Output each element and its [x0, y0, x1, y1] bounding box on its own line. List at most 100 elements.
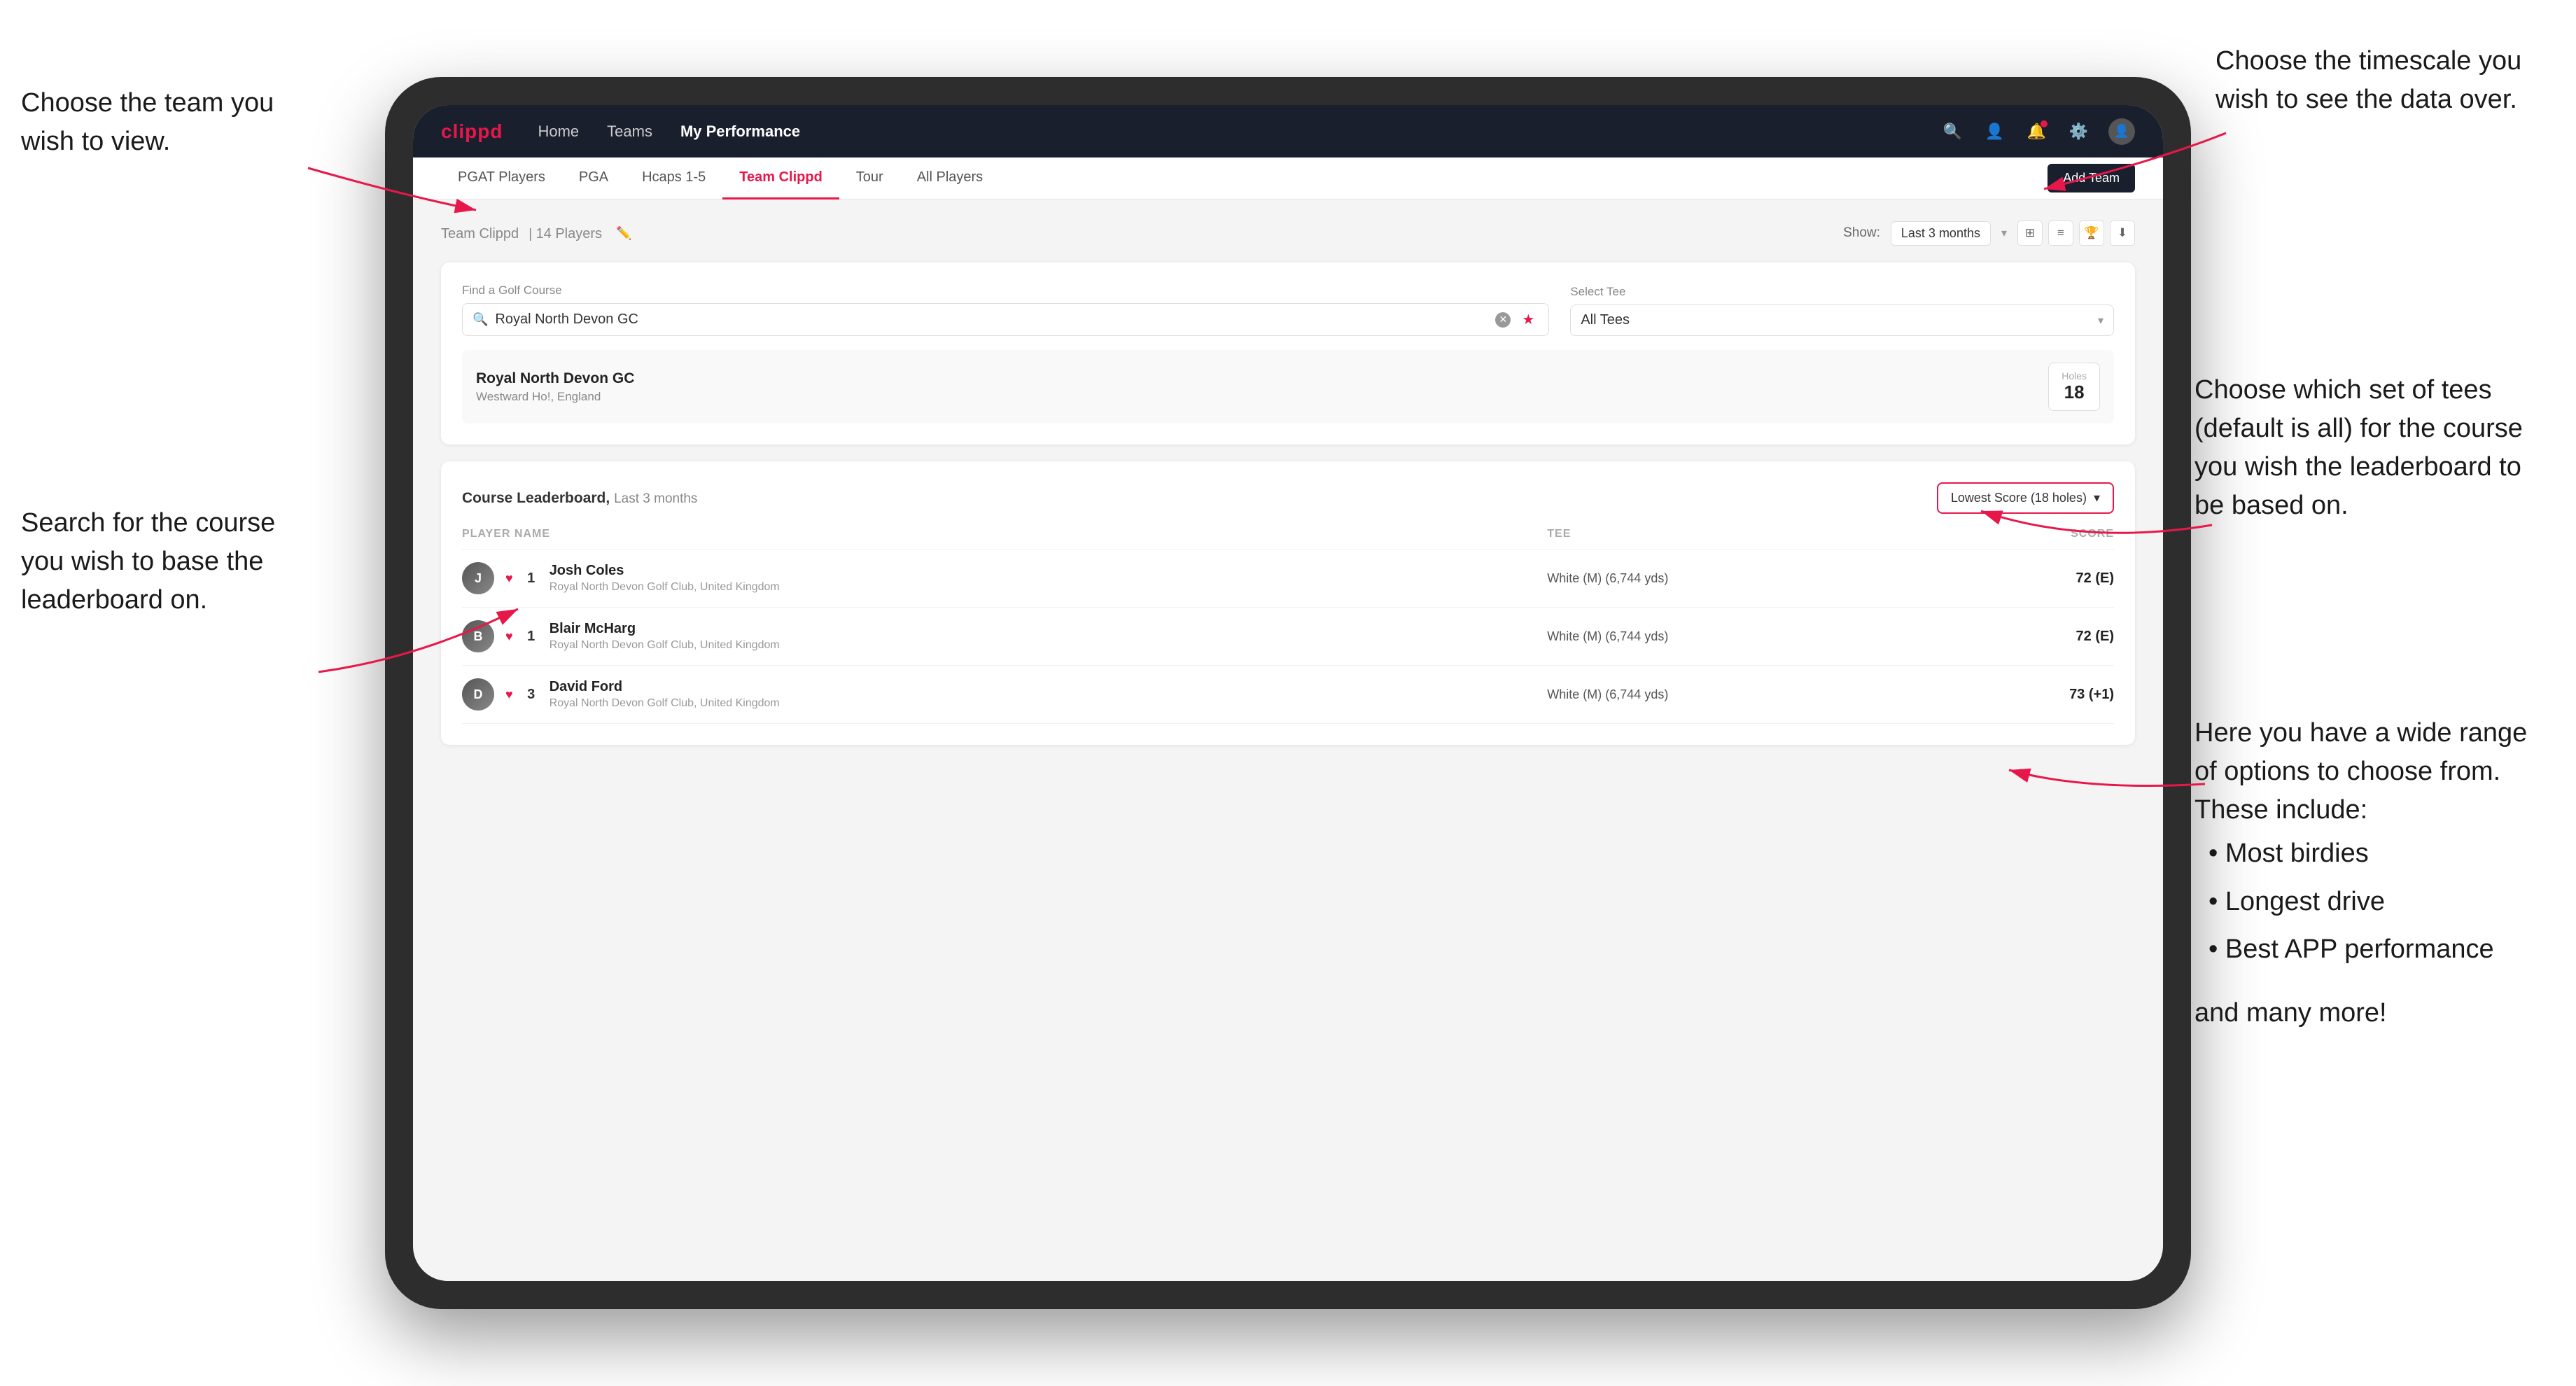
subnav-team-clippd[interactable]: Team Clippd — [722, 158, 839, 200]
player-cell-0: J ♥ 1 Josh Coles Royal North Devon Golf … — [462, 550, 1547, 608]
annotation-top-right: Choose the timescale you wish to see the… — [2216, 42, 2566, 119]
tee-select-col: Select Tee All Tees ▾ — [1570, 285, 2114, 336]
leaderboard-card: Course Leaderboard, Last 3 months Lowest… — [441, 461, 2135, 745]
table-row: J ♥ 1 Josh Coles Royal North Devon Golf … — [462, 550, 2114, 608]
col-player: PLAYER NAME — [462, 528, 1547, 550]
chevron-down-icon: ▾ — [2098, 314, 2104, 328]
player-name-2: David Ford — [550, 679, 780, 695]
ann-extra: and many more! — [2194, 994, 2566, 1032]
tee-cell-2: White (M) (6,744 yds) — [1547, 666, 1961, 724]
leaderboard-title: Course Leaderboard, Last 3 months — [462, 490, 697, 507]
logo: clippd — [441, 120, 503, 143]
nav-home[interactable]: Home — [538, 122, 579, 141]
subnav-pga[interactable]: PGA — [562, 158, 625, 200]
trophy-view-btn[interactable]: 🏆 — [2079, 220, 2104, 246]
tee-label: Select Tee — [1570, 285, 2114, 299]
tee-select[interactable]: All Tees ▾ — [1570, 304, 2114, 336]
top-nav: clippd Home Teams My Performance 🔍 👤 🔔 ⚙… — [413, 105, 2163, 158]
leaderboard-table: PLAYER NAME TEE SCORE — [462, 528, 2114, 724]
course-search-row: Find a Golf Course 🔍 ✕ ★ Select Tee All … — [462, 284, 2114, 336]
player-club-2: Royal North Devon Golf Club, United King… — [550, 697, 780, 710]
nav-links: Home Teams My Performance — [538, 122, 1905, 141]
rank-2: 3 — [524, 687, 538, 703]
settings-icon-btn[interactable]: ⚙️ — [2066, 119, 2091, 144]
course-search-input-wrap: 🔍 ✕ ★ — [462, 303, 1549, 336]
score-cell-0: 72 (E) — [1961, 550, 2114, 608]
player-name-0: Josh Coles — [550, 563, 780, 579]
score-cell-2: 73 (+1) — [1961, 666, 2114, 724]
nav-my-performance[interactable]: My Performance — [680, 122, 800, 141]
team-header: Team Clippd | 14 Players ✏️ Show: Last 3… — [441, 220, 2135, 246]
score-type-dropdown[interactable]: Lowest Score (18 holes) ▾ — [1937, 482, 2114, 514]
table-row: D ♥ 3 David Ford Royal North Devon Golf … — [462, 666, 2114, 724]
bullet-item: • Most birdies — [2208, 830, 2566, 877]
player-club-1: Royal North Devon Golf Club, United King… — [550, 639, 780, 652]
holes-number: 18 — [2062, 382, 2087, 403]
holes-badge: Holes 18 — [2048, 363, 2100, 411]
player-avatar-1: B — [462, 620, 494, 652]
notification-icon-btn[interactable]: 🔔 — [2024, 119, 2049, 144]
edit-icon[interactable]: ✏️ — [616, 226, 631, 241]
time-range-select[interactable]: Last 3 months — [1891, 221, 1991, 246]
player-details-1: Blair McHarg Royal North Devon Golf Club… — [550, 621, 780, 652]
course-info: Royal North Devon GC Westward Ho!, Engla… — [476, 370, 634, 404]
dropdown-chevron-icon: ▾ — [2094, 491, 2100, 505]
tablet-shell: clippd Home Teams My Performance 🔍 👤 🔔 ⚙… — [385, 77, 2191, 1309]
find-course-label: Find a Golf Course — [462, 284, 1549, 298]
team-title: Team Clippd | 14 Players — [441, 224, 602, 242]
user-icon-btn[interactable]: 👤 — [1982, 119, 2007, 144]
notification-badge — [2040, 120, 2047, 127]
col-tee: TEE — [1547, 528, 1961, 550]
nav-teams[interactable]: Teams — [607, 122, 652, 141]
clear-search-button[interactable]: ✕ — [1495, 312, 1511, 328]
leaderboard-header: Course Leaderboard, Last 3 months Lowest… — [462, 482, 2114, 514]
search-icon: 🔍 — [472, 312, 488, 327]
player-club-0: Royal North Devon Golf Club, United King… — [550, 581, 780, 594]
heart-icon-0[interactable]: ♥ — [505, 571, 513, 586]
subnav-pgat-players[interactable]: PGAT Players — [441, 158, 562, 200]
sub-nav: PGAT Players PGA Hcaps 1-5 Team Clippd T… — [413, 158, 2163, 200]
rank-1: 1 — [524, 629, 538, 645]
grid-view-btn[interactable]: ⊞ — [2017, 220, 2043, 246]
player-name-1: Blair McHarg — [550, 621, 780, 637]
show-controls: Show: Last 3 months ▾ ⊞ ≡ 🏆 ⬇ — [1843, 220, 2135, 246]
avatar[interactable]: 👤 — [2108, 118, 2135, 145]
score-type-value: Lowest Score (18 holes) — [1951, 491, 2087, 505]
bullet-item: • Best APP performance — [2208, 925, 2566, 973]
tee-cell-1: White (M) (6,744 yds) — [1547, 608, 1961, 666]
subnav-tour[interactable]: Tour — [839, 158, 900, 200]
score-cell-1: 72 (E) — [1961, 608, 2114, 666]
player-details-0: Josh Coles Royal North Devon Golf Club, … — [550, 563, 780, 594]
content-area: Team Clippd | 14 Players ✏️ Show: Last 3… — [413, 200, 2163, 766]
player-avatar-0: J — [462, 562, 494, 594]
subnav-all-players[interactable]: All Players — [900, 158, 1000, 200]
download-btn[interactable]: ⬇ — [2110, 220, 2135, 246]
annotation-bottom-left: Search for the course you wish to base t… — [21, 504, 329, 620]
favorite-star-button[interactable]: ★ — [1518, 311, 1539, 328]
tee-value: All Tees — [1581, 312, 1630, 328]
nav-icons: 🔍 👤 🔔 ⚙️ 👤 — [1940, 118, 2135, 145]
annotation-top-left: Choose the team you wish to view. — [21, 84, 315, 161]
player-details-2: David Ford Royal North Devon Golf Club, … — [550, 679, 780, 710]
player-avatar-2: D — [462, 678, 494, 710]
col-score: SCORE — [1961, 528, 2114, 550]
holes-label: Holes — [2062, 370, 2087, 382]
course-search-col: Find a Golf Course 🔍 ✕ ★ — [462, 284, 1549, 336]
heart-icon-2[interactable]: ♥ — [505, 687, 513, 702]
course-search-card: Find a Golf Course 🔍 ✕ ★ Select Tee All … — [441, 262, 2135, 444]
table-row: B ♥ 1 Blair McHarg Royal North Devon Gol… — [462, 608, 2114, 666]
annotation-right-bottom: Here you have a wide range of options to… — [2194, 714, 2566, 1033]
tablet-screen: clippd Home Teams My Performance 🔍 👤 🔔 ⚙… — [413, 105, 2163, 1281]
search-icon-btn[interactable]: 🔍 — [1940, 119, 1965, 144]
heart-icon-1[interactable]: ♥ — [505, 629, 513, 644]
add-team-button[interactable]: Add Team — [2047, 164, 2135, 192]
course-result: Royal North Devon GC Westward Ho!, Engla… — [462, 350, 2114, 424]
rank-0: 1 — [524, 570, 538, 587]
bullet-list: • Most birdies• Longest drive• Best APP … — [2208, 830, 2566, 973]
course-search-input[interactable] — [495, 312, 1488, 328]
subnav-hcaps[interactable]: Hcaps 1-5 — [625, 158, 722, 200]
list-view-btn[interactable]: ≡ — [2048, 220, 2073, 246]
course-location: Westward Ho!, England — [476, 390, 634, 404]
player-cell-2: D ♥ 3 David Ford Royal North Devon Golf … — [462, 666, 1547, 724]
player-cell-1: B ♥ 1 Blair McHarg Royal North Devon Gol… — [462, 608, 1547, 666]
